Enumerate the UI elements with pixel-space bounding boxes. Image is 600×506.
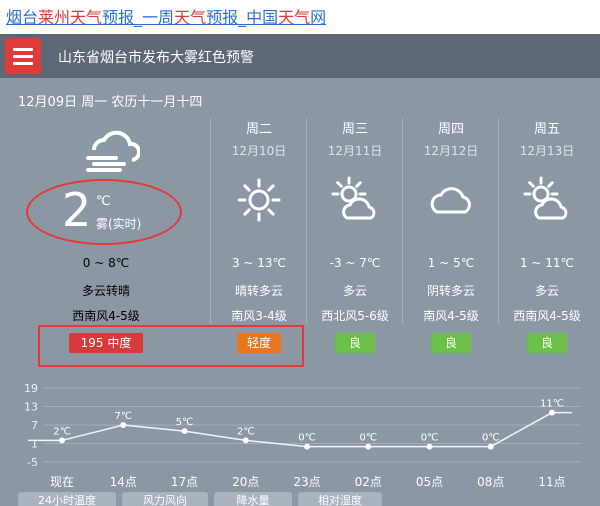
cloud-icon [430, 187, 471, 214]
data-point [549, 409, 555, 416]
data-label: 2℃ [237, 426, 255, 437]
chart-tab[interactable]: 降水量 [214, 492, 292, 506]
chart-tab[interactable]: 24小时温度 [18, 492, 116, 506]
forecast-aqi-badge: 良 [431, 333, 471, 353]
data-label: 0℃ [359, 433, 377, 444]
forecast-condition: 多云 [534, 284, 559, 298]
today-condition: 多云转晴 [81, 284, 130, 298]
x-tick-label: 现在 [50, 475, 74, 489]
title-part: 天气 [278, 8, 311, 27]
title-part: 预报_中国 [206, 8, 279, 27]
forecast-date: 12月13日 [519, 144, 575, 158]
data-label: 2℃ [53, 426, 71, 437]
cloud-fog-icon [86, 130, 140, 172]
header: 山东省烟台市发布大雾红色预警 [0, 34, 600, 78]
x-tick-label: 17点 [171, 475, 198, 489]
x-tick-label: 14点 [110, 475, 137, 489]
forecast-wind: 西南风4-5级 [513, 309, 581, 323]
data-point [181, 428, 188, 435]
data-point [487, 443, 494, 450]
data-point [59, 437, 65, 444]
current-date: 12月09日 周一 农历十一月十四 [18, 95, 203, 110]
partly-cloudy-icon [523, 176, 568, 220]
data-point [426, 443, 433, 450]
y-tick-label: -5 [27, 456, 38, 469]
data-point [120, 422, 127, 428]
forecast-wind: 西北风5-6级 [321, 309, 389, 323]
forecast-weekday: 周二 [245, 122, 272, 137]
title-bar: 烟台莱州天气预报_一周天气预报_中国天气网 [0, 0, 600, 34]
weather-panel: 山东省烟台市发布大雾红色预警 12月09日 周一 农历十一月十四 2 ℃ 雾(实… [0, 34, 600, 506]
menu-button[interactable] [5, 38, 41, 74]
forecast-condition: 阴转多云 [426, 284, 475, 298]
y-tick-label: 7 [31, 419, 38, 432]
x-tick-label: 11点 [538, 475, 565, 489]
data-label: 11℃ [540, 399, 564, 410]
forecast-temp-range: 1 ~ 5℃ [427, 256, 475, 270]
data-label: 0℃ [421, 433, 439, 444]
title-part: 预报_一周 [102, 8, 175, 27]
highlight-ring-temperature [26, 179, 182, 245]
today-wind: 西南风4-5级 [72, 309, 140, 323]
forecast-aqi-badge: 良 [335, 333, 375, 353]
title-part: 莱州 [38, 8, 71, 27]
title-link[interactable]: 烟台莱州天气预报_一周天气预报_中国天气网 [6, 4, 326, 28]
forecast-wind: 南风3-4级 [231, 309, 287, 323]
data-label: 7℃ [114, 411, 132, 422]
data-label: 0℃ [298, 433, 316, 444]
forecast-temp-range: 1 ~ 11℃ [519, 256, 575, 270]
chart-tab[interactable]: 相对湿度 [298, 492, 382, 506]
forecast-temp-range: 3 ~ 13℃ [231, 256, 287, 270]
title-part: 烟台 [6, 8, 39, 27]
forecast-date: 12月12日 [423, 144, 479, 158]
forecast-weekday: 周四 [437, 122, 464, 137]
title-part: 天气 [174, 8, 207, 27]
forecast-weekday: 周三 [341, 122, 368, 137]
data-point [304, 443, 310, 450]
x-tick-label: 08点 [477, 475, 504, 489]
data-label: 5℃ [176, 417, 194, 428]
forecast-temp-range: -3 ~ 7℃ [329, 256, 381, 270]
title-part: 天气 [70, 8, 103, 27]
forecast-condition: 晴转多云 [234, 284, 283, 298]
forecast-weekday: 周五 [533, 122, 560, 137]
x-tick-label: 23点 [293, 475, 320, 489]
temperature-chart: 19 13 7 1 -5 2℃ 现在 7℃ 14点 5℃ 17点 2℃ 20点 0℃ 23点 0℃ 02点 0℃ 0… [24, 382, 580, 489]
forecast-condition: 多云 [342, 284, 367, 298]
sun-icon [237, 178, 281, 222]
data-label: 0℃ [482, 433, 500, 444]
x-tick-label: 02点 [355, 475, 382, 489]
chart-tab[interactable]: 风力风向 [122, 492, 208, 506]
forecast-date: 12月10日 [231, 144, 287, 158]
today-temp-range: 0 ~ 8℃ [82, 256, 130, 270]
x-tick-label: 05点 [416, 475, 443, 489]
highlight-ring-aqi [38, 325, 304, 367]
x-tick-label: 20点 [232, 475, 259, 489]
forecast-date: 12月11日 [327, 144, 383, 158]
y-tick-label: 1 [31, 438, 38, 451]
y-tick-label: 19 [24, 382, 38, 395]
partly-cloudy-icon [331, 176, 376, 220]
data-point [365, 443, 372, 450]
hamburger-icon [13, 48, 33, 51]
warning-alert[interactable]: 山东省烟台市发布大雾红色预警 [58, 47, 254, 67]
forecast-wind: 南风4-5级 [423, 309, 479, 323]
forecast-aqi-badge: 良 [527, 333, 567, 353]
title-part: 网 [310, 8, 327, 27]
data-point [242, 437, 249, 444]
y-tick-label: 13 [24, 401, 38, 414]
chart-tabs: 24小时温度 风力风向 降水量 相对湿度 [0, 492, 600, 506]
